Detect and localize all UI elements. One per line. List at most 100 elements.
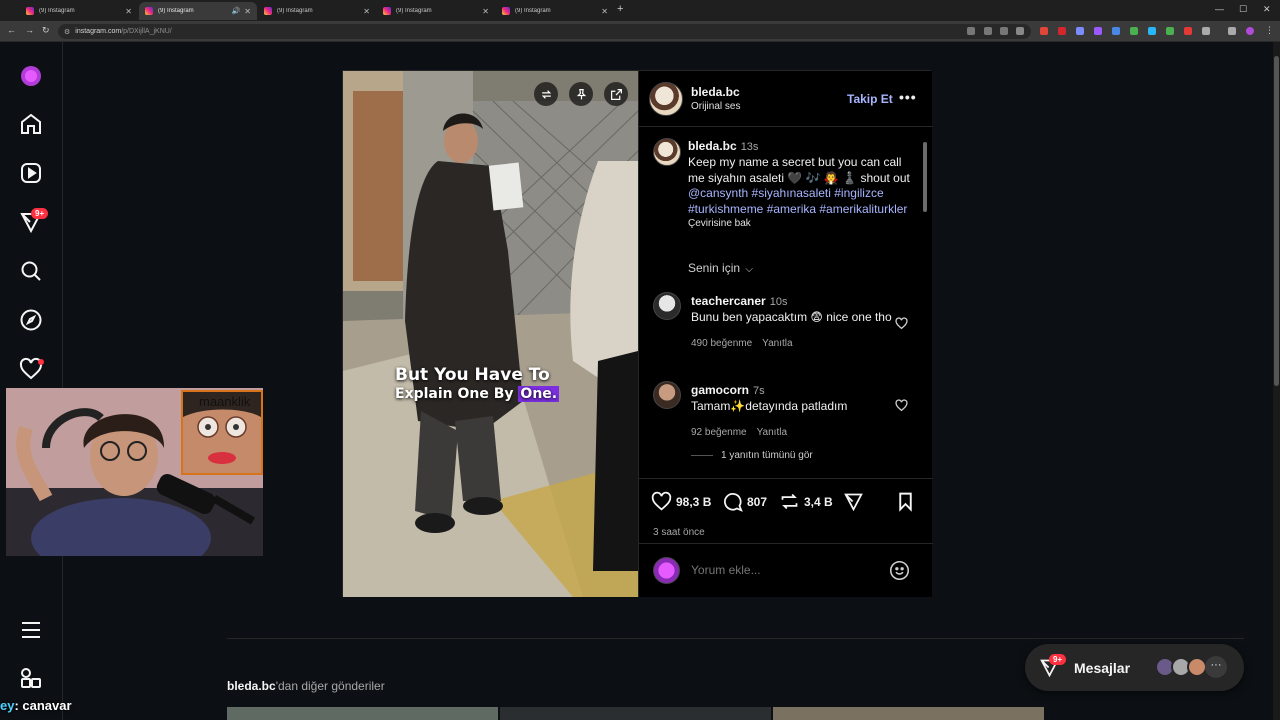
- view-replies-link[interactable]: 1 yanıtın tümünü gör: [691, 450, 813, 461]
- close-window-icon[interactable]: ✕: [1263, 4, 1271, 15]
- browser-tab[interactable]: (9) Instagram ✕: [377, 2, 495, 20]
- close-tab-icon[interactable]: ✕: [363, 7, 370, 16]
- translate-icon[interactable]: [967, 27, 975, 35]
- chat-username: ey: [0, 698, 15, 713]
- caption-time: 13s: [740, 141, 759, 153]
- caption-text: Explain One By: [395, 386, 519, 402]
- extension-icon[interactable]: [1094, 27, 1102, 35]
- browser-tab[interactable]: (9) Instagram ✕: [258, 2, 376, 20]
- reels-icon[interactable]: [19, 161, 43, 185]
- forward-icon[interactable]: →: [25, 25, 34, 35]
- like-comment-heart-icon[interactable]: [895, 399, 908, 412]
- browser-menu-icon[interactable]: ⋮: [1265, 25, 1274, 36]
- extension-icon[interactable]: [1166, 27, 1174, 35]
- comment-filter-dropdown[interactable]: Senin için ⌵: [688, 261, 753, 275]
- comment-username[interactable]: gamocorn: [691, 383, 749, 397]
- page-scroll-thumb[interactable]: [1274, 56, 1279, 386]
- zoom-icon[interactable]: [1000, 27, 1008, 35]
- extension-icon[interactable]: [1112, 27, 1120, 35]
- extension-icon[interactable]: [1130, 27, 1138, 35]
- follow-button[interactable]: Takip Et: [847, 92, 893, 106]
- comments-list[interactable]: bleda.bc 13s Keep my name a secret but yo…: [639, 128, 933, 478]
- post-thumbnail[interactable]: [227, 707, 498, 720]
- reply-link[interactable]: Yanıtla: [757, 427, 787, 438]
- comment-button[interactable]: 807: [722, 491, 767, 512]
- reply-link[interactable]: Yanıtla: [762, 338, 792, 349]
- close-tab-icon[interactable]: ✕: [244, 7, 251, 16]
- comment-likes[interactable]: 490 beğenme: [691, 338, 752, 349]
- address-bar[interactable]: ⚙ instagram.com/p/DXijllA_jKNU/: [58, 24, 1031, 39]
- browser-tab[interactable]: (9) Instagram ✕: [496, 2, 614, 20]
- repost-video-button[interactable]: [534, 82, 558, 106]
- close-tab-icon[interactable]: ✕: [482, 7, 489, 16]
- comment-likes[interactable]: 92 beğenme: [691, 427, 747, 438]
- author-avatar[interactable]: [649, 82, 683, 116]
- repost-button[interactable]: 3,4 B: [779, 491, 833, 512]
- cast-icon[interactable]: [984, 27, 992, 35]
- profile-avatar[interactable]: [1246, 27, 1254, 35]
- back-icon[interactable]: ←: [7, 25, 16, 35]
- comments-count: 807: [747, 494, 768, 509]
- video-frame-illustration: [343, 71, 638, 597]
- browser-tab-bar: (9) Instagram ✕ (9) Instagram 🔊 ✕ (9) In…: [0, 0, 1280, 21]
- commenter-avatar[interactable]: [653, 381, 681, 409]
- messages-button[interactable]: 9+ Mesajlar ···: [1025, 644, 1244, 691]
- extension-icon[interactable]: [1076, 27, 1084, 35]
- close-tab-icon[interactable]: ✕: [601, 7, 608, 16]
- more-apps-icon[interactable]: [19, 666, 43, 690]
- speaker-icon[interactable]: 🔊: [232, 7, 241, 15]
- comment-input[interactable]: [691, 563, 871, 577]
- like-button[interactable]: 98,3 B: [651, 491, 711, 512]
- guest-webcam: maanklik: [181, 390, 263, 475]
- extension-icon[interactable]: [1058, 27, 1066, 35]
- more-posts-heading: bleda.bc'dan diğer gönderiler: [227, 679, 385, 693]
- share-paper-plane-icon: [844, 493, 863, 512]
- emoji-icon[interactable]: [889, 560, 910, 581]
- menu-hamburger-icon[interactable]: [19, 618, 43, 642]
- explore-icon[interactable]: [19, 308, 43, 332]
- replies-divider: [691, 455, 713, 456]
- extension-icon[interactable]: [1148, 27, 1156, 35]
- pin-icon[interactable]: [569, 82, 593, 106]
- audio-label[interactable]: Orijinal ses: [691, 101, 740, 112]
- more-posts-username[interactable]: bleda.bc: [227, 679, 276, 693]
- more-options-button[interactable]: •••: [899, 89, 917, 105]
- comment-username[interactable]: teachercaner: [691, 294, 766, 308]
- reel-video[interactable]: But You Have To Explain One By One.: [343, 71, 638, 597]
- like-comment-heart-icon[interactable]: [895, 317, 908, 330]
- minimize-icon[interactable]: —: [1215, 4, 1224, 14]
- share-button[interactable]: [843, 491, 868, 512]
- page-scrollbar[interactable]: [1273, 42, 1280, 720]
- new-tab-button[interactable]: +: [617, 3, 623, 15]
- close-tab-icon[interactable]: ✕: [125, 7, 132, 16]
- home-icon[interactable]: [19, 112, 43, 136]
- commenter-avatar[interactable]: [653, 292, 681, 320]
- search-icon[interactable]: [19, 259, 43, 283]
- extensions-puzzle-icon[interactable]: [1202, 27, 1210, 35]
- post-thumbnail[interactable]: [773, 707, 1044, 720]
- comments-scroll-thumb[interactable]: [923, 142, 927, 212]
- caption-hashtags[interactable]: @cansynth #siyahınasaleti #ingilizce #tu…: [688, 186, 916, 217]
- see-translation-link[interactable]: Çevirisine bak: [688, 218, 916, 229]
- site-info-icon[interactable]: ⚙: [64, 28, 70, 36]
- browser-tab[interactable]: (9) Instagram ✕: [20, 2, 138, 20]
- extension-icon[interactable]: [1184, 27, 1192, 35]
- chat-message: : canavar: [14, 698, 72, 713]
- tab-title: (9) Instagram: [277, 8, 313, 14]
- sidebar-icon[interactable]: [1228, 27, 1236, 35]
- video-caption-line1: But You Have To: [395, 365, 550, 385]
- extension-icon[interactable]: [1040, 27, 1048, 35]
- maximize-icon[interactable]: ☐: [1239, 4, 1247, 15]
- browser-tab-active[interactable]: (9) Instagram 🔊 ✕: [139, 2, 257, 20]
- bookmark-star-icon[interactable]: [1016, 27, 1024, 35]
- post-thumbnail[interactable]: [500, 707, 771, 720]
- profile-avatar-icon[interactable]: [19, 64, 43, 88]
- caption-author-avatar[interactable]: [653, 138, 681, 166]
- comments-scrollbar[interactable]: [922, 132, 928, 474]
- save-button[interactable]: [895, 491, 920, 512]
- post-dialog: But You Have To Explain One By One. bled…: [342, 70, 933, 597]
- author-username[interactable]: bleda.bc: [691, 85, 740, 99]
- reload-icon[interactable]: ↻: [42, 25, 50, 36]
- caption-username[interactable]: bleda.bc: [688, 139, 737, 153]
- open-external-icon[interactable]: [604, 82, 628, 106]
